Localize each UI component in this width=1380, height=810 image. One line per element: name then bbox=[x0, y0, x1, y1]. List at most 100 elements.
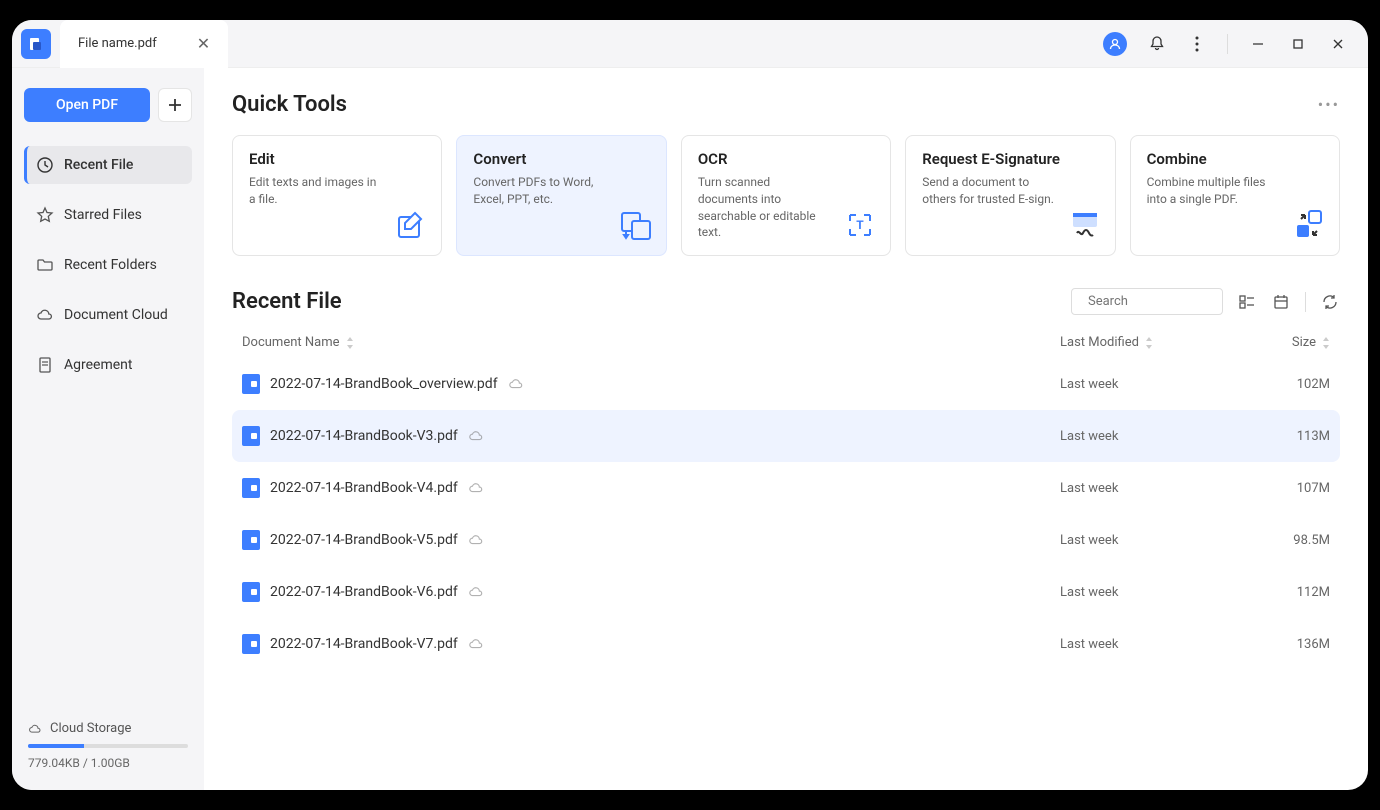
notifications-button[interactable] bbox=[1147, 34, 1167, 54]
sort-icon bbox=[1145, 337, 1153, 349]
view-grid-button[interactable] bbox=[1271, 292, 1291, 312]
maximize-button[interactable] bbox=[1288, 34, 1308, 54]
cloud-icon bbox=[28, 722, 42, 736]
sidebar-item-recent-folders[interactable]: Recent Folders bbox=[24, 246, 192, 284]
sort-icon bbox=[346, 337, 354, 349]
tool-title: Request E-Signature bbox=[922, 150, 1098, 168]
open-pdf-button[interactable]: Open PDF bbox=[24, 88, 150, 122]
storage-text: 779.04KB / 1.00GB bbox=[28, 756, 188, 770]
maximize-icon bbox=[1291, 37, 1305, 51]
star-icon bbox=[36, 206, 54, 224]
calendar-icon bbox=[1272, 293, 1290, 311]
document-tab[interactable]: File name.pdf ✕ bbox=[60, 20, 228, 68]
file-size: 98.5M bbox=[1240, 533, 1330, 548]
quick-tools-more-button[interactable]: ••• bbox=[1318, 95, 1340, 114]
tool-icon bbox=[1291, 207, 1327, 243]
divider bbox=[1305, 292, 1306, 312]
file-row[interactable]: 2022-07-14-BrandBook-V6.pdfLast week112M bbox=[232, 566, 1340, 618]
pdf-file-icon bbox=[242, 478, 260, 498]
cloud-badge-icon bbox=[468, 480, 484, 496]
tool-card-convert[interactable]: Convert Convert PDFs to Word, Excel, PPT,… bbox=[456, 135, 666, 256]
sidebar-item-document-cloud[interactable]: Document Cloud bbox=[24, 296, 192, 334]
file-row[interactable]: 2022-07-14-BrandBook-V4.pdf Last week107M bbox=[232, 462, 1340, 514]
view-list-button[interactable] bbox=[1237, 292, 1257, 312]
file-size: 136M bbox=[1240, 637, 1330, 652]
quick-tools-title: Quick Tools bbox=[232, 92, 347, 117]
tool-icon bbox=[618, 207, 654, 243]
storage-label: Cloud Storage bbox=[50, 721, 131, 736]
storage-section: Cloud Storage 779.04KB / 1.00GB bbox=[24, 713, 192, 778]
pdf-file-icon bbox=[242, 374, 260, 394]
cloud-badge-icon bbox=[468, 532, 484, 548]
kebab-icon bbox=[1195, 36, 1199, 52]
sidebar-item-label: Recent File bbox=[64, 157, 133, 173]
file-row[interactable]: 2022-07-14-BrandBook-V3.pdfLast week113M bbox=[232, 410, 1340, 462]
tool-icon bbox=[393, 207, 429, 243]
column-header-modified[interactable]: Last Modified bbox=[1060, 335, 1240, 350]
clock-icon bbox=[36, 156, 54, 174]
svg-text:T: T bbox=[857, 218, 865, 232]
tool-card-edit[interactable]: Edit Edit texts and images in a file. bbox=[232, 135, 442, 256]
file-modified: Last week bbox=[1060, 637, 1240, 652]
tool-desc: Convert PDFs to Word, Excel, PPT, etc. bbox=[473, 174, 649, 208]
table-header: Document Name Last Modified Size bbox=[232, 327, 1340, 358]
sidebar-item-label: Recent Folders bbox=[64, 257, 157, 273]
cloud-badge-icon bbox=[468, 584, 484, 600]
user-avatar-button[interactable] bbox=[1103, 32, 1127, 56]
file-row[interactable]: 2022-07-14-BrandBook-V7.pdf Last week136M bbox=[232, 618, 1340, 670]
tool-desc: Edit texts and images in a file. bbox=[249, 174, 425, 208]
refresh-button[interactable] bbox=[1320, 292, 1340, 312]
cloud-badge-icon bbox=[468, 636, 484, 652]
sidebar-item-label: Starred Files bbox=[64, 207, 142, 223]
file-modified: Last week bbox=[1060, 585, 1240, 600]
sidebar-item-agreement[interactable]: Agreement bbox=[24, 346, 192, 384]
file-name: 2022-07-14-BrandBook-V6.pdf bbox=[270, 584, 458, 600]
search-box[interactable] bbox=[1071, 288, 1223, 315]
file-name: 2022-07-14-BrandBook-V3.pdf bbox=[270, 428, 458, 444]
plus-icon bbox=[167, 97, 183, 113]
user-icon bbox=[1108, 37, 1122, 51]
bell-icon bbox=[1148, 35, 1166, 53]
document-icon bbox=[36, 356, 54, 374]
tool-title: Edit bbox=[249, 150, 425, 168]
tool-icon: T bbox=[842, 207, 878, 243]
pdf-app-icon bbox=[28, 36, 44, 52]
sidebar-item-starred-files[interactable]: Starred Files bbox=[24, 196, 192, 234]
file-row[interactable]: 2022-07-14-BrandBook_overview.pdf Last we… bbox=[232, 358, 1340, 410]
file-modified: Last week bbox=[1060, 429, 1240, 444]
tool-title: OCR bbox=[698, 150, 874, 168]
column-header-name[interactable]: Document Name bbox=[242, 335, 1060, 350]
search-input[interactable] bbox=[1088, 294, 1254, 309]
column-header-size[interactable]: Size bbox=[1240, 335, 1330, 350]
file-size: 107M bbox=[1240, 481, 1330, 496]
close-button[interactable] bbox=[1328, 34, 1348, 54]
sidebar-item-label: Agreement bbox=[64, 357, 132, 373]
file-name: 2022-07-14-BrandBook_overview.pdf bbox=[270, 376, 498, 392]
pdf-file-icon bbox=[242, 426, 260, 446]
file-modified: Last week bbox=[1060, 377, 1240, 392]
tab-close-button[interactable]: ✕ bbox=[197, 34, 210, 53]
tool-icon bbox=[1067, 207, 1103, 243]
file-name: 2022-07-14-BrandBook-V4.pdf bbox=[270, 480, 458, 496]
tool-desc: Combine multiple files into a single PDF… bbox=[1147, 174, 1323, 208]
tool-title: Convert bbox=[473, 150, 649, 168]
more-menu-button[interactable] bbox=[1187, 34, 1207, 54]
cloud-badge-icon bbox=[468, 428, 484, 444]
tool-card-combine[interactable]: Combine Combine multiple files into a sin… bbox=[1130, 135, 1340, 256]
pdf-file-icon bbox=[242, 634, 260, 654]
tool-title: Combine bbox=[1147, 150, 1323, 168]
new-button[interactable] bbox=[158, 88, 192, 122]
sidebar-item-label: Document Cloud bbox=[64, 307, 168, 323]
file-name: 2022-07-14-BrandBook-V5.pdf bbox=[270, 532, 458, 548]
refresh-icon bbox=[1321, 293, 1339, 311]
file-row[interactable]: 2022-07-14-BrandBook-V5.pdfLast week98.5… bbox=[232, 514, 1340, 566]
sidebar: Open PDF Recent File Starred Files Recen… bbox=[12, 68, 204, 790]
recent-file-title: Recent File bbox=[232, 289, 342, 314]
file-modified: Last week bbox=[1060, 481, 1240, 496]
file-name: 2022-07-14-BrandBook-V7.pdf bbox=[270, 636, 458, 652]
minimize-button[interactable] bbox=[1248, 34, 1268, 54]
tool-card-request-e-signature[interactable]: Request E-SignatureSend a document to ot… bbox=[905, 135, 1115, 256]
app-window: File name.pdf ✕ bbox=[12, 20, 1368, 790]
tool-card-ocr[interactable]: OCRTurn scanned documents into searchabl… bbox=[681, 135, 891, 256]
sidebar-item-recent-file[interactable]: Recent File bbox=[24, 146, 192, 184]
